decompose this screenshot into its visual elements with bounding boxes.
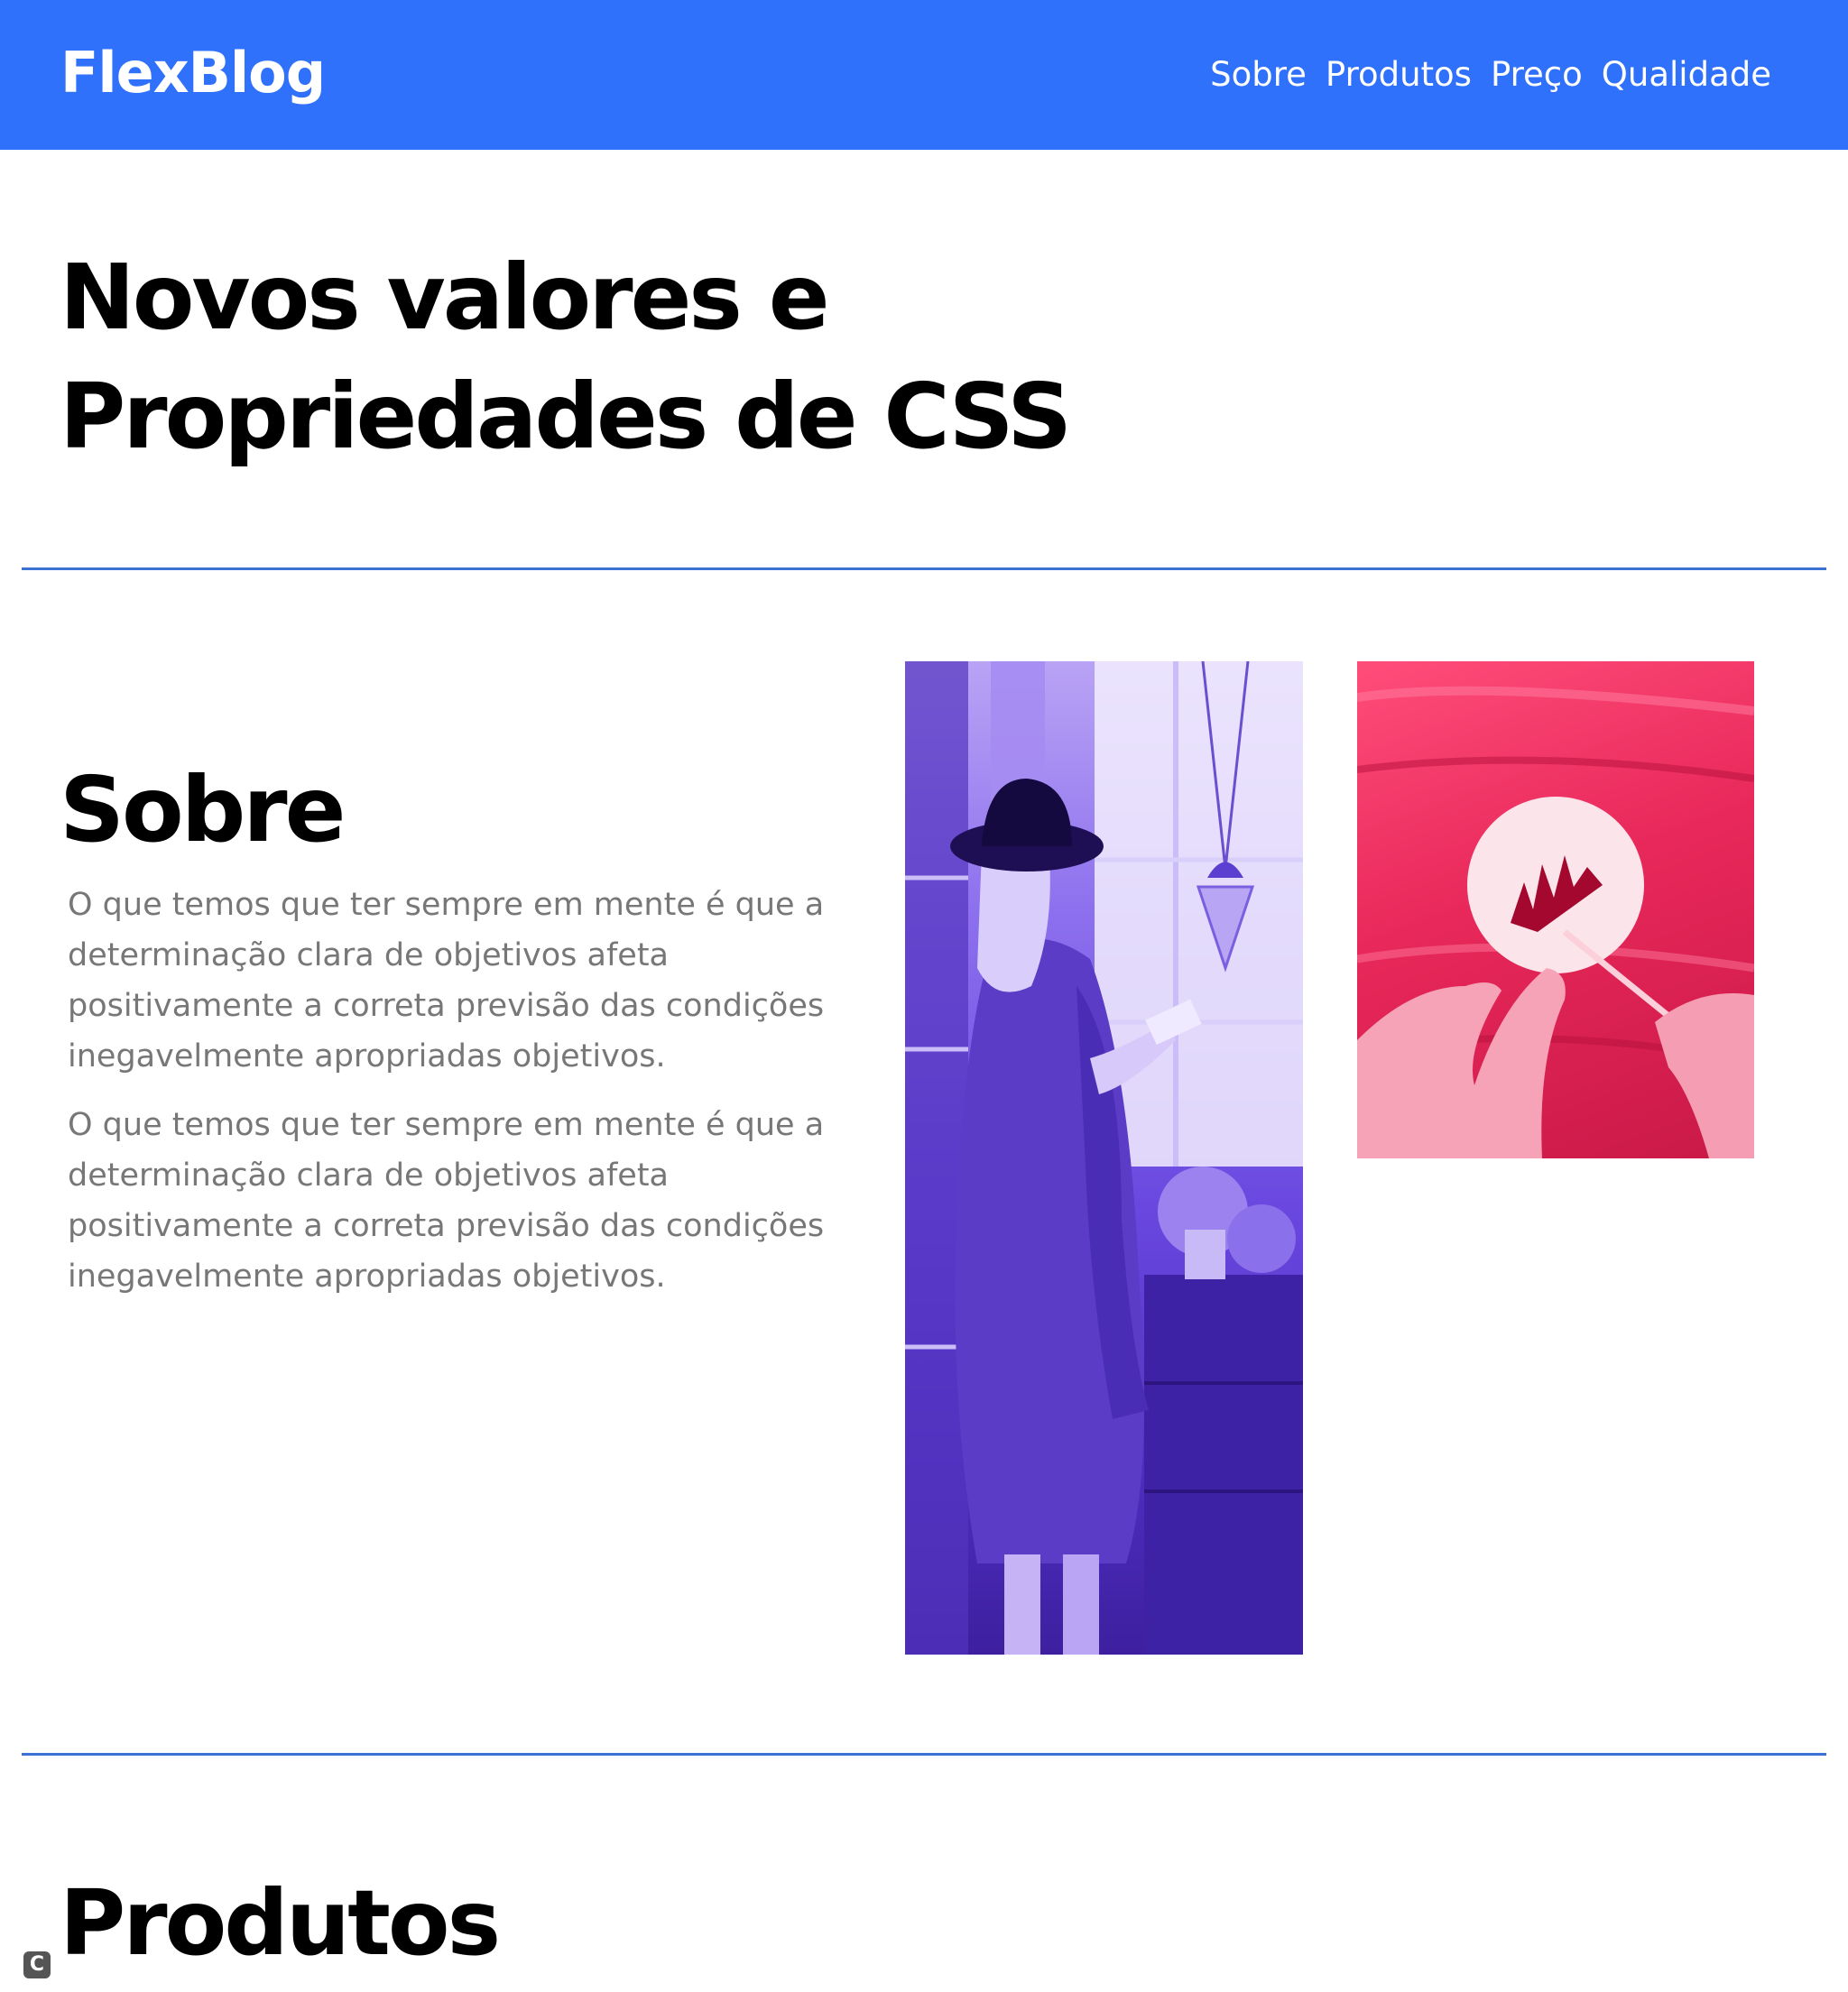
side-badge[interactable]: C [23,1951,51,1978]
painting-hands-photo [1357,661,1754,1158]
sobre-body: O que temos que ter sempre em mente é qu… [68,880,862,1320]
hero-title: Novos valores e Propriedades de CSS [60,244,1072,469]
site-logo[interactable]: FlexBlog [60,38,326,108]
sobre-paragraph: O que temos que ter sempre em mente é qu… [68,887,825,1074]
nav-link-produtos[interactable]: Produtos [1326,52,1472,97]
site-header: FlexBlog Sobre Produtos Preço Qualidade [0,0,1848,150]
nav-link-sobre[interactable]: Sobre [1210,52,1307,97]
main-nav: Sobre Produtos Preço Qualidade [1210,52,1771,97]
nav-link-preco[interactable]: Preço [1491,52,1583,97]
sobre-paragraph: O que temos que ter sempre em mente é qu… [68,1107,825,1295]
section-divider [22,1753,1826,1756]
sobre-heading: Sobre [60,757,346,862]
woman-window-photo [905,661,1303,1655]
nav-link-qualidade[interactable]: Qualidade [1602,52,1771,97]
section-divider [22,567,1826,570]
produtos-heading: Produtos [60,1870,501,1976]
